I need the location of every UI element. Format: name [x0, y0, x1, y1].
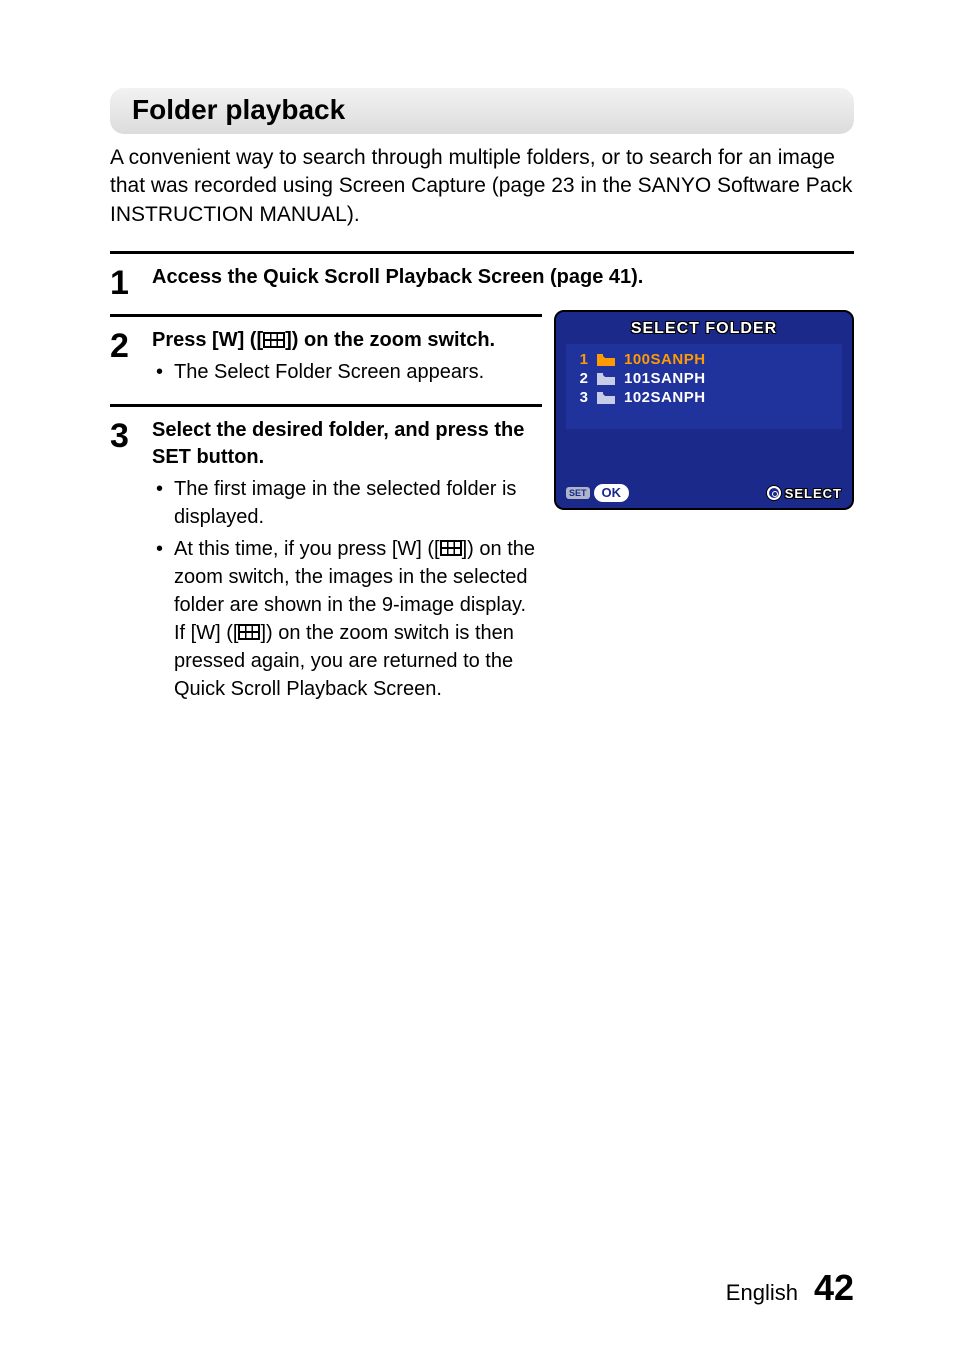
section-title: Folder playback	[132, 94, 832, 126]
screen-footer-left: SET OK	[566, 484, 629, 502]
step-3-sub-1: The first image in the selected folder i…	[152, 475, 542, 531]
folder-row-3: 3 102SANPH	[574, 388, 834, 407]
section-heading: Folder playback	[110, 88, 854, 134]
step-3-sub-2a: At this time, if you press [W] ([	[174, 538, 440, 560]
step-3: 3 Select the desired folder, and press t…	[110, 404, 542, 707]
step-3-title: Select the desired folder, and press the…	[152, 417, 542, 471]
step-2-sub-1: The Select Folder Screen appears.	[152, 358, 542, 386]
folder-row-2-num: 2	[574, 370, 588, 387]
step-2-title: Press [W] ([ ]) on the zoom switch.	[152, 327, 542, 354]
step-2-title-b: ]) on the zoom switch.	[285, 329, 495, 351]
step-2-number: 2	[110, 327, 152, 390]
step-1: 1 Access the Quick Scroll Playback Scree…	[110, 251, 854, 300]
step-1-title: Access the Quick Scroll Playback Screen …	[152, 264, 854, 291]
multi-image-icon	[238, 624, 260, 640]
select-label: SELECT	[785, 486, 842, 501]
screen-body: 1 100SANPH 2 101SANPH 3 102SANPH	[566, 344, 842, 429]
footer-page-number: 42	[814, 1267, 854, 1309]
screen-footer: SET OK SELECT	[566, 484, 842, 502]
multi-image-icon	[263, 332, 285, 348]
folder-icon	[596, 353, 616, 367]
folder-row-2-name: 101SANPH	[624, 370, 706, 387]
folder-row-3-name: 102SANPH	[624, 389, 706, 406]
ok-pill: OK	[594, 484, 630, 502]
step-3-number: 3	[110, 417, 152, 707]
select-folder-screen: SELECT FOLDER 1 100SANPH 2 101SANPH 3 10…	[554, 310, 854, 510]
dpad-icon	[767, 486, 781, 500]
screen-footer-right: SELECT	[767, 484, 842, 502]
step-3-sub-2: At this time, if you press [W] ([]) on t…	[152, 535, 542, 703]
lcd-screen-illustration: SELECT FOLDER 1 100SANPH 2 101SANPH 3 10…	[554, 310, 854, 510]
folder-row-3-num: 3	[574, 389, 588, 406]
step-1-number: 1	[110, 264, 152, 300]
step-2: 2 Press [W] ([ ]) on the zoom switch. The…	[110, 314, 542, 390]
folder-row-1: 1 100SANPH	[574, 350, 834, 369]
folder-icon	[596, 372, 616, 386]
folder-row-1-num: 1	[574, 351, 588, 368]
page-footer: English 42	[726, 1267, 854, 1309]
set-badge: SET	[566, 487, 590, 499]
multi-image-icon	[440, 540, 462, 556]
step-2-title-a: Press [W] ([	[152, 329, 263, 351]
footer-language: English	[726, 1280, 798, 1306]
folder-icon	[596, 391, 616, 405]
folder-row-2: 2 101SANPH	[574, 369, 834, 388]
screen-title: SELECT FOLDER	[556, 312, 852, 344]
folder-row-1-name: 100SANPH	[624, 351, 706, 368]
intro-paragraph: A convenient way to search through multi…	[110, 144, 854, 229]
